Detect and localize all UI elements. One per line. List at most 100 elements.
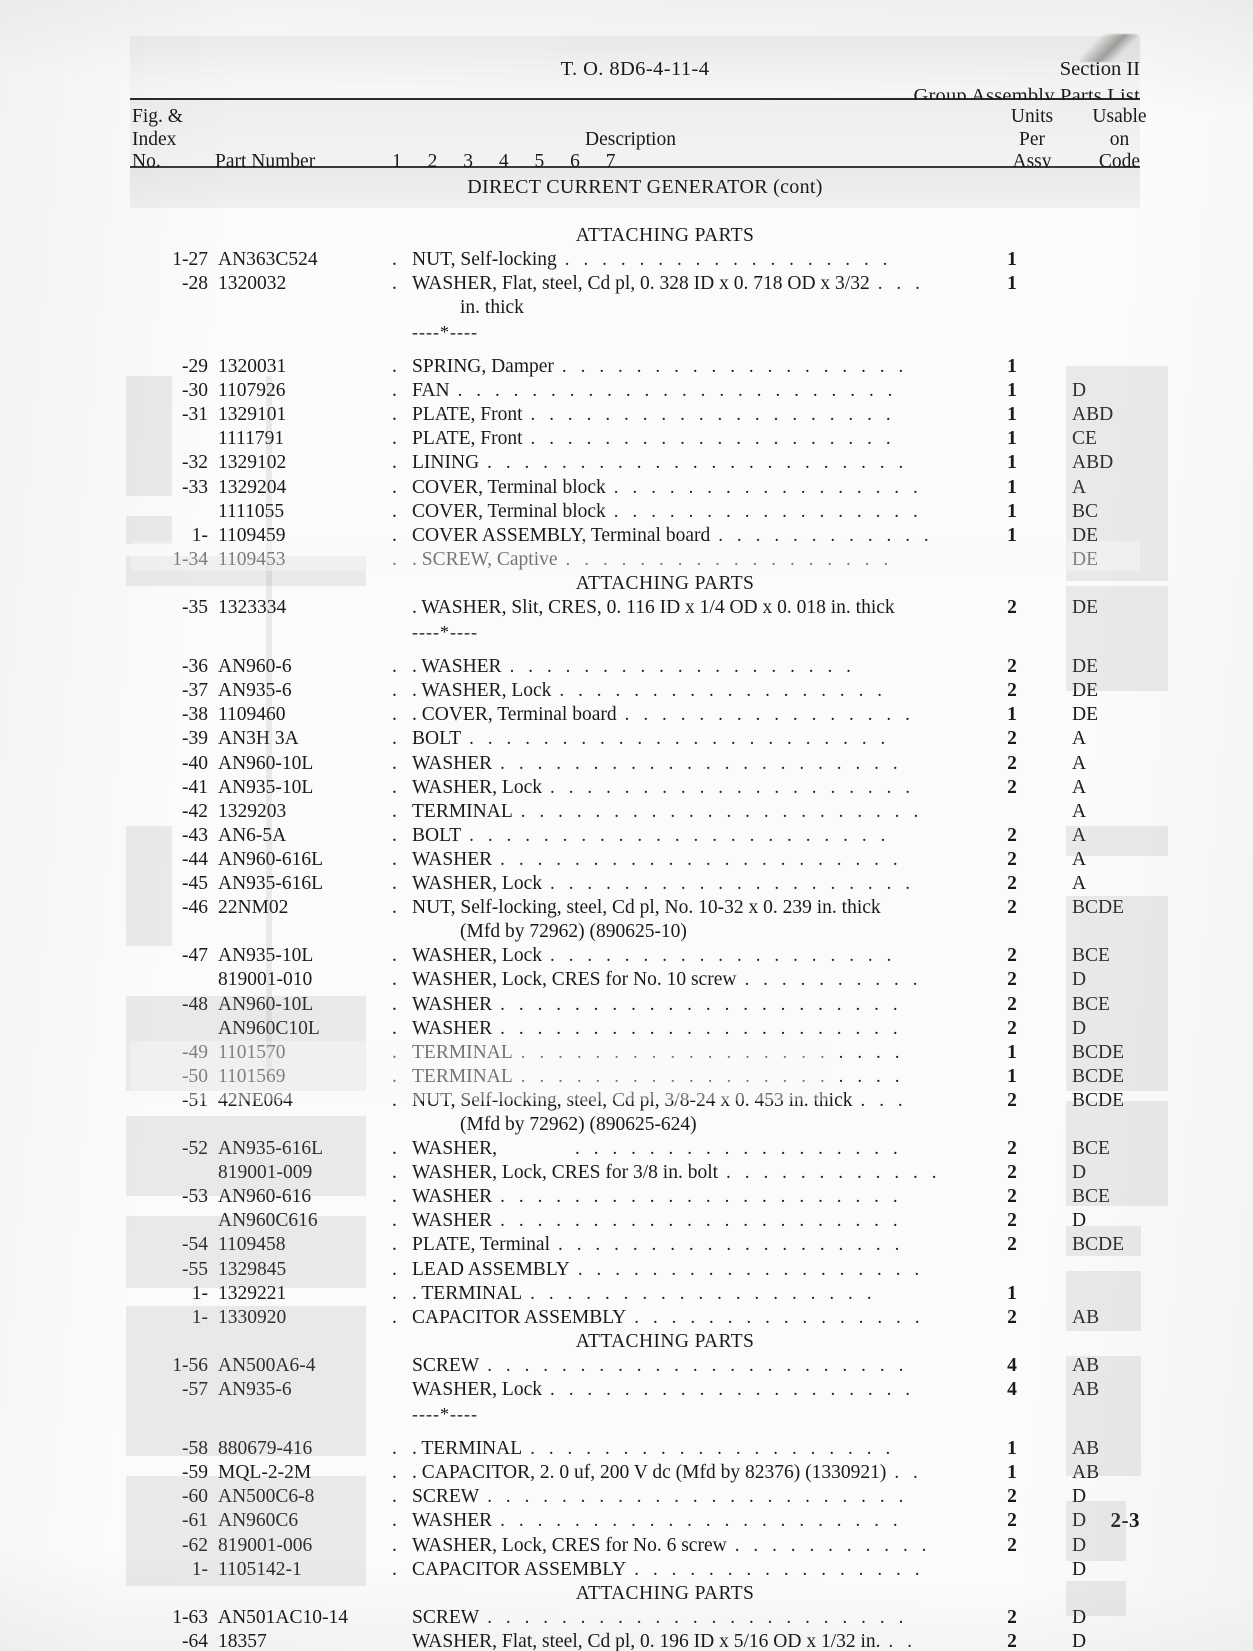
usable-on-code: D	[1072, 1606, 1087, 1628]
usable-on-code: A	[1072, 752, 1087, 774]
description-text: CAPACITOR ASSEMBLY. . . . . . . . . . . …	[412, 1306, 925, 1328]
dot-leader: . . . . . . . . . . . . . . . . . . . . …	[469, 824, 890, 846]
table-row: 1111791. PLATE, Front. . . . . . . . . . …	[130, 427, 1140, 451]
table-row: -37 AN935-6. . WASHER, Lock. . . . . . . .…	[130, 679, 1140, 703]
usable-on-code: A	[1072, 824, 1087, 846]
description-continuation: in. thick	[130, 296, 1140, 320]
dot-leader: . . . . . . . . . . . .	[718, 524, 934, 546]
description-continuation: (Mfd by 72962) (890625-10)	[130, 920, 1140, 944]
description-text: WASHER,. . . . . . . . . . . . . . . . .…	[412, 1138, 903, 1160]
attaching-parts-text: ATTACHING PARTS	[575, 224, 755, 246]
code-line2: on	[1109, 128, 1130, 150]
usable-on-code: A	[1072, 873, 1087, 895]
part-number: AN960-10L	[218, 752, 314, 774]
usable-on-code: BCE	[1072, 993, 1110, 1015]
description-text: BOLT. . . . . . . . . . . . . . . . . . …	[412, 728, 890, 750]
indent-dot: .	[392, 1438, 397, 1460]
table-row: -35 1323334 . WASHER, Slit, CRES, 0. 116 I…	[130, 596, 1140, 620]
dot-leader: . . . . . . . . . . . . . . . . . . .	[561, 356, 908, 378]
table-row: 1-63 AN501AC10-14 SCREW. . . . . . . . . .…	[130, 1606, 1140, 1630]
description-text: NUT, Self-locking. . . . . . . . . . . .…	[412, 248, 893, 270]
usable-on-code: D	[1072, 1210, 1087, 1232]
units-per-assy: 1	[1007, 248, 1017, 270]
part-number: AN960C6	[218, 1510, 299, 1532]
indent-dot: .	[392, 1258, 397, 1280]
dot-leader: . . . . . . . . . . . . . . . . . . . . …	[487, 1486, 908, 1508]
description-text: WASHER. . . . . . . . . . . . . . . . . …	[412, 1017, 903, 1039]
index-number: -32	[182, 452, 208, 474]
table-row: AN960C616. WASHER. . . . . . . . . . . . …	[130, 1209, 1140, 1233]
description-text: WASHER, Flat, steel, Cd pl, 0. 328 ID x …	[412, 272, 925, 294]
index-number: -33	[182, 476, 208, 498]
description-text: NUT, Self-locking, steel, Cd pl, No. 10-…	[412, 897, 881, 919]
part-number: AN501AC10-14	[218, 1606, 348, 1628]
table-row: -42 1329203. TERMINAL. . . . . . . . . . .…	[130, 800, 1140, 824]
attaching-parts-label: ATTACHING PARTS	[130, 572, 1140, 596]
part-number: 1109459	[218, 524, 286, 546]
attaching-parts-text: ATTACHING PARTS	[575, 572, 755, 594]
description-text: SCREW. . . . . . . . . . . . . . . . . .…	[412, 1606, 908, 1628]
table-row: -44 AN960-616L. WASHER. . . . . . . . . . …	[130, 848, 1140, 872]
dot-leader: . . . . . . . . . . . . . . . . . . . . …	[500, 1017, 903, 1039]
star-separator-text: ----*----	[412, 1404, 478, 1425]
indent-dot: .	[392, 476, 397, 498]
table-row: -55 1329845. LEAD ASSEMBLY. . . . . . . . …	[130, 1258, 1140, 1282]
description-text: . WASHER. . . . . . . . . . . . . . . . …	[412, 656, 856, 678]
description-text: SCREW. . . . . . . . . . . . . . . . . .…	[412, 1486, 908, 1508]
star-separator: ----*----	[130, 1402, 1140, 1426]
table-row: -33 1329204. COVER, Terminal block. . . . …	[130, 476, 1140, 500]
units-line2: Per	[1019, 128, 1045, 150]
description-text: WASHER, Lock, CRES for No. 6 screw. . . …	[412, 1534, 932, 1556]
indent-dot: .	[392, 945, 397, 967]
usable-on-code: D	[1072, 1534, 1087, 1556]
dot-leader: . . . . . . . . . . . . . . . . . .	[559, 680, 887, 702]
index-number: -46	[182, 897, 208, 919]
index-number: -29	[182, 356, 208, 378]
dot-leader: . . . . . . . . . . .	[734, 1534, 932, 1556]
usable-on-code: ABD	[1072, 404, 1114, 426]
description-text: FAN. . . . . . . . . . . . . . . . . . .…	[412, 380, 898, 402]
part-number: AN363C524	[218, 248, 318, 270]
part-number: AN935-10L	[218, 776, 314, 798]
part-number: 42NE064	[218, 1089, 293, 1111]
table-row: 1- 1330920. CAPACITOR ASSEMBLY. . . . . . …	[130, 1306, 1140, 1330]
description-text: WASHER, Lock, CRES for 3/8 in. bolt. . .…	[412, 1162, 942, 1184]
table-row: -45 AN935-616L. WASHER, Lock. . . . . . . …	[130, 872, 1140, 896]
indent-dot: .	[392, 776, 397, 798]
indent-dot: .	[392, 548, 397, 570]
dot-leader: . . . . . . . . . . . . . . . . . . . . …	[487, 1606, 908, 1628]
star-separator: ----*----	[130, 320, 1140, 344]
indent-dot: .	[392, 800, 397, 822]
dot-leader: . . . . . . . . . . . . . . . . . . . .	[550, 1379, 915, 1400]
units-per-assy: 2	[1007, 969, 1017, 991]
part-number: 819001-006	[218, 1534, 313, 1556]
index-number: -51	[182, 1089, 208, 1111]
dot-leader: . . . . . . . . . . . . . . . .	[624, 704, 915, 726]
indent-dot: .	[392, 1282, 397, 1304]
index-number: -31	[182, 404, 208, 426]
usable-on-code: BCDE	[1072, 1089, 1125, 1111]
description-text: WASHER, Lock. . . . . . . . . . . . . . …	[412, 1379, 915, 1400]
row-spacer	[130, 1426, 1140, 1437]
attaching-parts-label: ATTACHING PARTS	[130, 1330, 1140, 1354]
index-number: -60	[182, 1486, 208, 1508]
index-number: -44	[182, 848, 208, 870]
part-number: 1329102	[218, 452, 287, 474]
description-text: . COVER, Terminal board. . . . . . . . .…	[412, 704, 915, 726]
description-continuation: (Mfd by 72962) (890625-624)	[130, 1113, 1140, 1137]
table-row: -58 880679-416. . TERMINAL. . . . . . . . …	[130, 1437, 1140, 1461]
units-per-assy: 1	[1007, 704, 1017, 726]
indent-dot: .	[392, 873, 397, 895]
index-number: 1-63	[172, 1606, 208, 1628]
units-per-assy: 2	[1007, 1486, 1017, 1508]
index-number: -43	[182, 824, 208, 846]
dot-leader: . . . . . . . . . . . . . . . . . . .	[509, 656, 856, 678]
table-row: 819001-010. WASHER, Lock, CRES for No. 10…	[130, 968, 1140, 992]
indent-dot: .	[392, 969, 397, 991]
description-text: WASHER, Lock. . . . . . . . . . . . . . …	[412, 873, 915, 895]
usable-on-code: CE	[1072, 428, 1097, 450]
indent-dot: .	[392, 1065, 397, 1087]
indent-dot: .	[392, 1534, 397, 1556]
indent-dot: .	[392, 524, 397, 546]
part-number: AN935-6	[218, 680, 292, 702]
